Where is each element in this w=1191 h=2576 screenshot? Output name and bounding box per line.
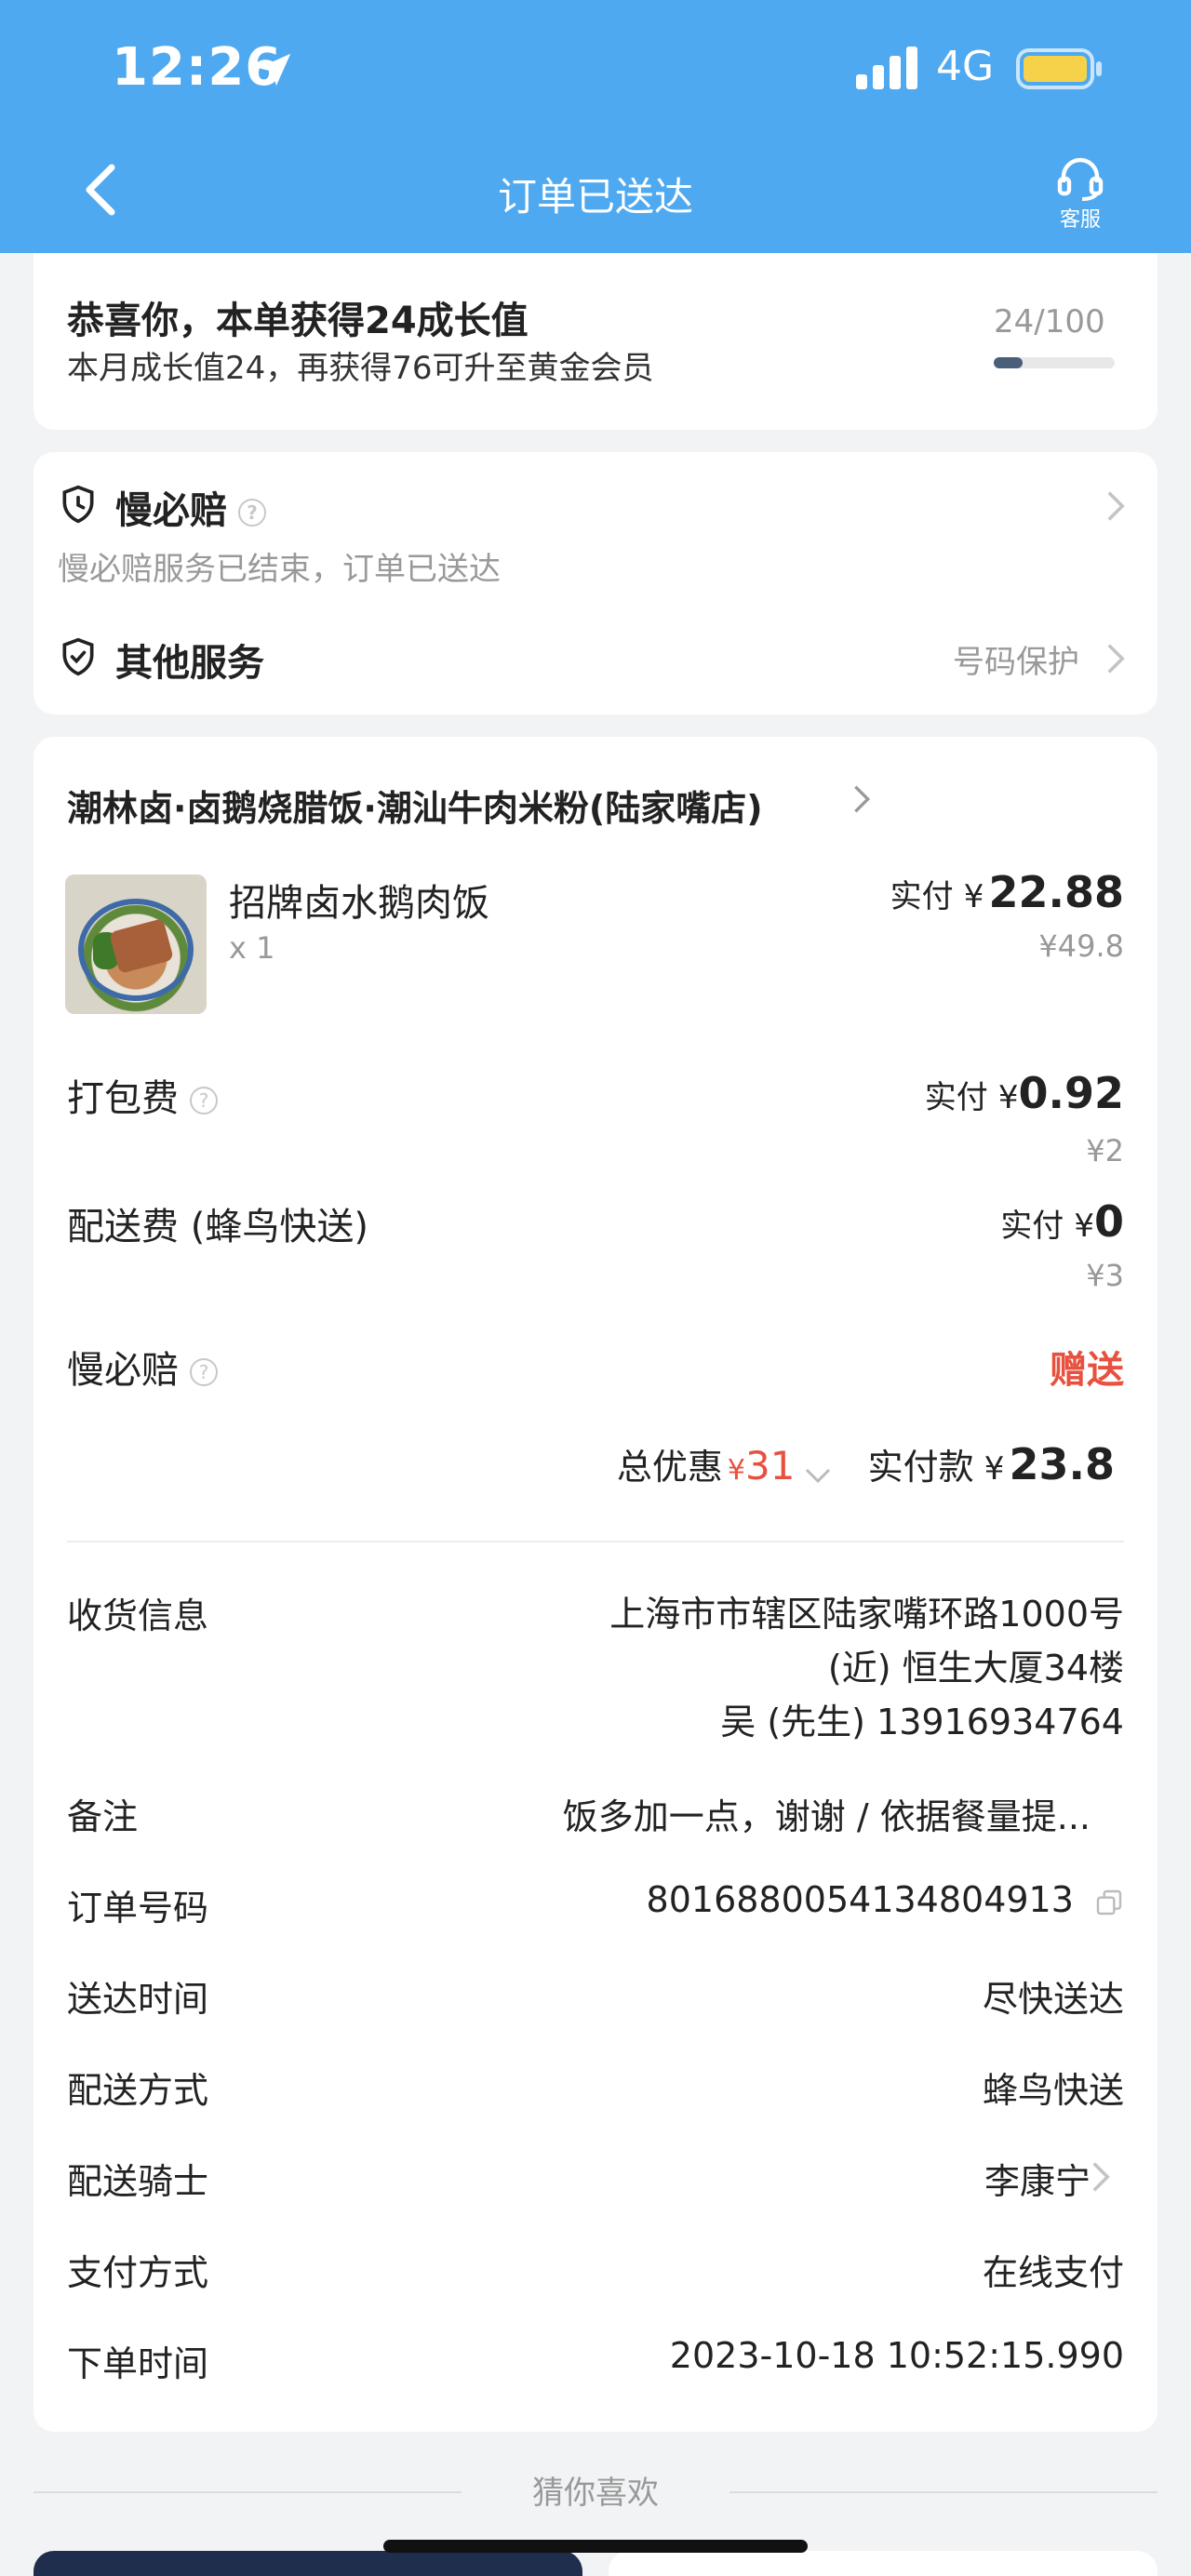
location-arrow-icon (258, 53, 291, 87)
item-paid-amount: 22.88 (988, 867, 1124, 917)
remark-value: 饭多加一点，谢谢 / 依据餐量提... (562, 1796, 1091, 1837)
chevron-right-icon (1092, 2162, 1110, 2192)
chevron-right-icon (1107, 644, 1125, 674)
growth-progress-bar (994, 357, 1115, 368)
divider (67, 1541, 1124, 1542)
address-value: 上海市市辖区陆家嘴环路1000号 (近) 恒生大厦34楼 吴 (先生) 1391… (609, 1587, 1124, 1749)
slow-comp-value: 赠送 (1050, 1349, 1124, 1392)
recommend-card[interactable] (609, 2551, 1158, 2576)
help-icon[interactable]: ? (238, 499, 266, 527)
services-card: 慢必赔? 慢必赔服务已结束，订单已送达 其他服务 号码保护 (33, 452, 1158, 714)
service-label: 客服 (1059, 208, 1101, 232)
total-paid-currency: ¥ (984, 1450, 1005, 1488)
totals-row: 总优惠 ¥31 实付款 ¥ 23.8 (617, 1438, 1115, 1489)
chevron-right-icon (854, 785, 871, 813)
discount-currency: ¥ (727, 1454, 746, 1487)
slow-comp-label: 慢必赔 (67, 1349, 179, 1392)
delivery-fee-label: 配送费 (蜂鸟快送) (67, 1206, 368, 1248)
packing-fee-label: 打包费 (67, 1077, 179, 1120)
store-name: 潮林卤·卤鹅烧腊饭·潮汕牛肉米粉(陆家嘴店) (67, 788, 763, 829)
item-paid-label: 实付 (890, 878, 954, 915)
delivery-method-value: 蜂鸟快送 (982, 2070, 1124, 2111)
help-icon[interactable]: ? (190, 1087, 218, 1114)
packing-currency: ¥ (997, 1079, 1019, 1116)
rider-label: 配送骑士 (67, 2161, 209, 2202)
remark-label: 备注 (67, 1796, 139, 1837)
recommend-title: 猜你喜欢 (532, 2475, 659, 2512)
customer-service-button[interactable]: 客服 (1048, 156, 1113, 233)
total-paid-label: 实付款 (867, 1447, 974, 1488)
item-qty: x 1 (229, 930, 275, 966)
app-header: 12:26 4G 订单已送达 客服 (0, 0, 1191, 253)
address-line: 上海市市辖区陆家嘴环路1000号 (609, 1594, 1124, 1635)
item-currency: ¥ (963, 878, 984, 915)
rider-value: 李康宁 (984, 2161, 1091, 2202)
total-paid-amount: 23.8 (1009, 1439, 1116, 1489)
battery-icon (1016, 48, 1102, 89)
delivery-original-price: ¥3 (1086, 1258, 1124, 1293)
address-label: 收货信息 (67, 1595, 209, 1636)
payment-method-label: 支付方式 (67, 2252, 209, 2293)
chevron-right-icon (1107, 491, 1125, 521)
delivery-method-label: 配送方式 (67, 2070, 209, 2111)
growth-title: 恭喜你，本单获得24成长值 (67, 300, 529, 342)
growth-subtitle: 本月成长值24，再获得76可升至黄金会员 (67, 350, 654, 387)
growth-progress-text: 24/100 (994, 303, 1105, 340)
growth-card: 恭喜你，本单获得24成长值 本月成长值24，再获得76可升至黄金会员 24/10… (33, 253, 1158, 430)
order-time-value: 2023-10-18 10:52:15.990 (669, 2335, 1124, 2376)
order-card: 潮林卤·卤鹅烧腊饭·潮汕牛肉米粉(陆家嘴店) 招牌卤水鹅肉饭 x 1 实付 ¥ … (33, 737, 1158, 2432)
shield-check-icon (62, 637, 94, 676)
delivery-paid-label: 实付 (1000, 1208, 1064, 1245)
order-number-value: 8016880054134804913 (646, 1879, 1074, 1920)
packing-paid-label: 实付 (924, 1079, 988, 1116)
address-line: (近) 恒生大厦34楼 (827, 1648, 1124, 1688)
network-type: 4G (936, 43, 995, 90)
item-original-price: ¥49.8 (1038, 928, 1124, 964)
page-title: 订单已送达 (497, 174, 693, 220)
address-contact: 吴 (先生) 13916934764 (720, 1702, 1124, 1742)
order-number-row: 8016880054134804913 (647, 1879, 1124, 1920)
number-protection-value: 号码保护 (953, 644, 1079, 681)
packing-paid-amount: 0.92 (1018, 1068, 1125, 1118)
packing-original-price: ¥2 (1086, 1133, 1124, 1168)
chevron-down-icon[interactable] (804, 1466, 832, 1485)
payment-method-value: 在线支付 (982, 2252, 1124, 2293)
discount-amount: 31 (745, 1443, 796, 1488)
growth-progress-fill (994, 357, 1024, 368)
headset-icon (1057, 157, 1104, 201)
delivery-currency: ¥ (1074, 1208, 1094, 1245)
order-number-label: 订单号码 (67, 1888, 209, 1929)
home-indicator[interactable] (383, 2540, 808, 2553)
item-name: 招牌卤水鹅肉饭 (229, 882, 489, 925)
clock-shield-icon (62, 485, 94, 524)
delivery-time-value: 尽快送达 (982, 1979, 1124, 2020)
cellular-signal-icon (856, 47, 917, 89)
food-image (65, 874, 207, 1014)
discount-label: 总优惠 (616, 1447, 723, 1488)
slow-compensation-description: 慢必赔服务已结束，订单已送达 (58, 551, 501, 588)
help-icon[interactable]: ? (190, 1358, 218, 1386)
other-services-label: 其他服务 (115, 642, 264, 685)
delivery-paid-amount: 0 (1093, 1196, 1124, 1247)
slow-compensation-label: 慢必赔 (115, 489, 227, 532)
copy-icon[interactable] (1094, 1888, 1124, 1917)
delivery-time-label: 送达时间 (67, 1979, 209, 2020)
recommend-card[interactable] (33, 2551, 582, 2576)
order-time-label: 下单时间 (67, 2343, 209, 2384)
